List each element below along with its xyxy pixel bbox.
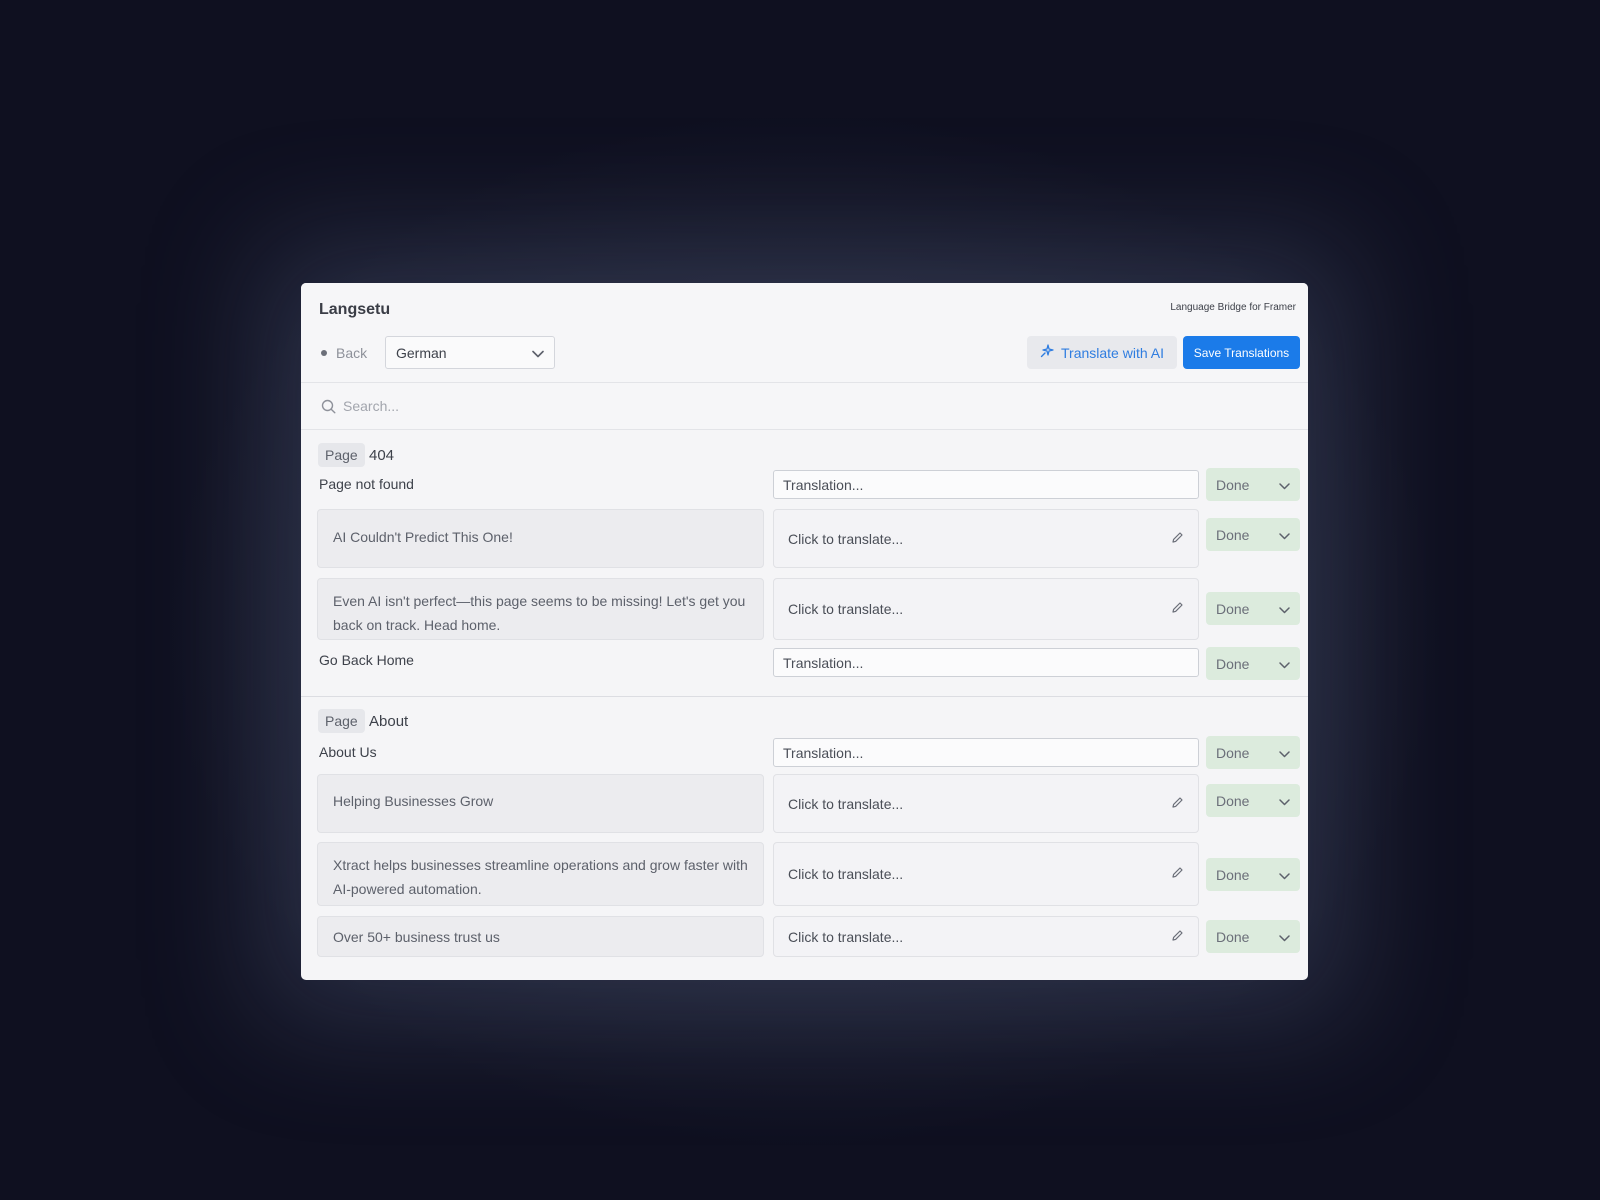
- chevron-down-icon: [1279, 601, 1290, 617]
- status-select[interactable]: Done: [1206, 736, 1300, 769]
- translate-with-ai-button[interactable]: Translate with AI: [1027, 336, 1177, 369]
- status-label: Done: [1216, 928, 1250, 945]
- page-badge: Page: [318, 709, 365, 733]
- language-select[interactable]: German: [385, 336, 555, 369]
- search-input[interactable]: [343, 393, 943, 419]
- chevron-down-icon: [1279, 745, 1290, 761]
- back-label: Back: [336, 345, 368, 361]
- sparkle-icon: [1040, 344, 1061, 361]
- translation-field[interactable]: Click to translate...: [773, 578, 1199, 640]
- translation-placeholder: Click to translate...: [788, 866, 904, 882]
- page-badge: Page: [318, 443, 365, 467]
- status-label: Done: [1216, 476, 1250, 493]
- translation-field[interactable]: Click to translate...: [773, 842, 1199, 906]
- plugin-window: Langsetu Language Bridge for Framer Back…: [301, 283, 1308, 980]
- source-text: Helping Businesses Grow: [317, 774, 764, 833]
- page-name: 404: [369, 447, 395, 464]
- save-translations-button[interactable]: Save Translations: [1183, 336, 1300, 369]
- status-select[interactable]: Done: [1206, 920, 1300, 953]
- chevron-down-icon: [1279, 929, 1290, 945]
- app-title: Langsetu: [319, 301, 391, 318]
- source-text: About Us: [319, 744, 377, 760]
- translation-input[interactable]: [773, 648, 1199, 677]
- translation-field[interactable]: Click to translate...: [773, 509, 1199, 568]
- chevron-down-icon: [1279, 477, 1290, 493]
- pencil-icon[interactable]: [1171, 601, 1184, 617]
- source-text: Even AI isn't perfect—this page seems to…: [317, 578, 764, 640]
- status-select[interactable]: Done: [1206, 592, 1300, 625]
- back-button[interactable]: Back: [321, 345, 367, 361]
- back-dot-icon: [321, 350, 327, 356]
- status-label: Done: [1216, 600, 1250, 617]
- pencil-icon[interactable]: [1171, 796, 1184, 812]
- header: Langsetu Language Bridge for Framer Back…: [301, 283, 1308, 383]
- status-label: Done: [1216, 866, 1250, 883]
- chevron-down-icon: [1279, 527, 1290, 543]
- source-text: Xtract helps businesses streamline opera…: [317, 842, 764, 906]
- source-text: AI Couldn't Predict This One!: [317, 509, 764, 568]
- chevron-down-icon: [1279, 867, 1290, 883]
- source-text: Over 50+ business trust us: [317, 916, 764, 957]
- app-subtitle: Language Bridge for Framer: [1170, 302, 1296, 313]
- pencil-icon[interactable]: [1171, 531, 1184, 547]
- source-text: Go Back Home: [319, 652, 414, 668]
- translation-input[interactable]: [773, 738, 1199, 767]
- search-icon: [321, 399, 336, 419]
- status-select[interactable]: Done: [1206, 518, 1300, 551]
- status-label: Done: [1216, 526, 1250, 543]
- pencil-icon[interactable]: [1171, 866, 1184, 882]
- pencil-icon[interactable]: [1171, 929, 1184, 945]
- translation-field[interactable]: Click to translate...: [773, 774, 1199, 833]
- translation-placeholder: Click to translate...: [788, 530, 904, 547]
- chevron-down-icon: [1279, 656, 1290, 672]
- status-select[interactable]: Done: [1206, 858, 1300, 891]
- translation-placeholder: Click to translate...: [788, 795, 904, 812]
- status-select[interactable]: Done: [1206, 784, 1300, 817]
- section-divider: [301, 696, 1308, 697]
- translation-field[interactable]: Click to translate...: [773, 916, 1199, 957]
- status-label: Done: [1216, 655, 1250, 672]
- translation-placeholder: Click to translate...: [788, 601, 904, 617]
- language-select-value: German: [396, 344, 447, 361]
- status-select[interactable]: Done: [1206, 468, 1300, 501]
- status-label: Done: [1216, 744, 1250, 761]
- translation-input[interactable]: [773, 470, 1199, 499]
- page-name: About: [369, 713, 409, 730]
- chevron-down-icon: [1279, 793, 1290, 809]
- translate-with-ai-label: Translate with AI: [1061, 344, 1164, 361]
- search-bar: [301, 383, 1308, 430]
- translation-placeholder: Click to translate...: [788, 928, 904, 945]
- status-label: Done: [1216, 792, 1250, 809]
- status-select[interactable]: Done: [1206, 647, 1300, 680]
- chevron-down-icon: [532, 345, 544, 361]
- source-text: Page not found: [319, 476, 414, 492]
